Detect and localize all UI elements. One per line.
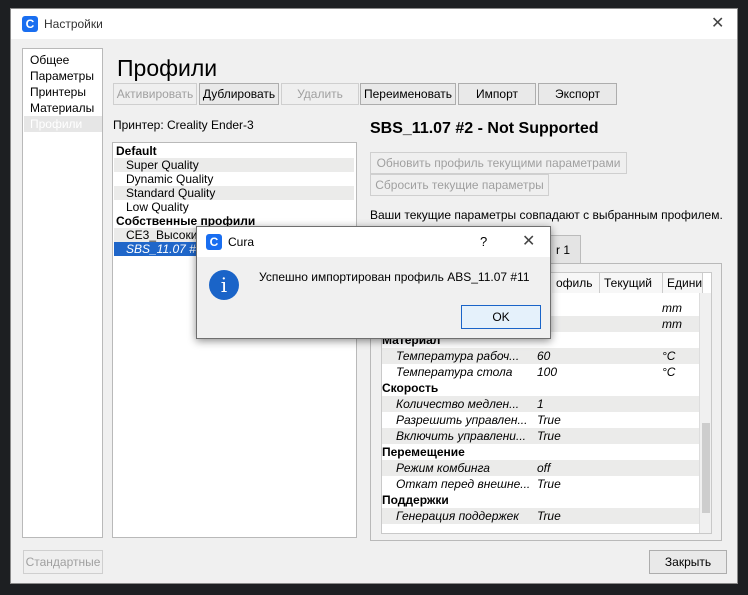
table-group: Скорость (382, 381, 439, 395)
table-row: Откат перед внешне... True (396, 477, 561, 491)
profile-item[interactable]: Super Quality (114, 158, 354, 172)
match-text: Ваши текущие параметры совпадают с выбра… (370, 208, 723, 222)
help-icon[interactable]: ? (480, 234, 487, 249)
column-header-current[interactable]: Текущий (600, 273, 663, 293)
profile-item[interactable]: Dynamic Quality (114, 172, 354, 186)
settings-nav: Общее Параметры Принтеры Материалы Профи… (22, 48, 103, 538)
table-row: Генерация поддержек True (382, 508, 700, 524)
table-group: Поддержки (382, 493, 449, 507)
table-row: Режим комбинга off (382, 460, 700, 476)
profile-item[interactable]: Standard Quality (114, 186, 354, 200)
table-row: Разрешить управлен... True (396, 413, 561, 427)
profile-list: Default Super Quality Dynamic Quality St… (112, 142, 357, 538)
profile-group-default: Default (116, 144, 157, 158)
window-title: Настройки (44, 17, 103, 31)
update-profile-button[interactable]: Обновить профиль текущими параметрами (370, 152, 627, 174)
table-group: Перемещение (382, 445, 465, 459)
table-row: Количество медлен... 1 (382, 396, 700, 412)
export-button[interactable]: Экспорт (538, 83, 617, 105)
dialog-close-icon[interactable]: ✕ (522, 234, 535, 250)
table-row: Температура стола 100 °C (396, 365, 676, 379)
ok-button[interactable]: OK (461, 305, 541, 329)
reset-settings-button[interactable]: Сбросить текущие параметры (370, 174, 549, 196)
dialog-title-bar[interactable]: C Cura ? ✕ (197, 227, 550, 257)
scrollbar-thumb[interactable] (702, 423, 710, 513)
profile-item[interactable]: Low Quality (114, 200, 354, 214)
cura-app-icon: C (22, 16, 38, 32)
nav-item-profiles[interactable]: Профили (24, 116, 102, 132)
cura-app-icon: C (206, 234, 222, 250)
table-row: Температура рабоч... 60 °C (382, 348, 700, 364)
title-bar[interactable]: C Настройки ✕ (11, 9, 737, 39)
column-header-profile[interactable]: офиль (552, 273, 600, 293)
remove-button[interactable]: Удалить (281, 83, 359, 105)
nav-item-general[interactable]: Общее (30, 52, 69, 68)
table-row: Включить управлени... True (382, 428, 700, 444)
dialog-message: Успешно импортирован профиль ABS_11.07 #… (259, 270, 530, 284)
window-close-icon[interactable]: ✕ (711, 16, 724, 32)
printer-label: Принтер: Creality Ender-3 (113, 118, 254, 132)
nav-item-preferences[interactable]: Параметры (30, 68, 94, 84)
activate-button[interactable]: Активировать (113, 83, 197, 105)
nav-item-materials[interactable]: Материалы (30, 100, 94, 116)
dialog-title: Cura (228, 235, 255, 249)
close-button[interactable]: Закрыть (649, 550, 727, 574)
info-icon: i (209, 270, 239, 300)
column-header-unit[interactable]: Единица (663, 273, 703, 293)
import-button[interactable]: Импорт (458, 83, 536, 105)
duplicate-button[interactable]: Дублировать (199, 83, 279, 105)
rename-button[interactable]: Переименовать (360, 83, 456, 105)
import-success-dialog: C Cura ? ✕ i Успешно импортирован профил… (196, 226, 551, 339)
page-title: Профили (117, 55, 218, 81)
nav-item-printers[interactable]: Принтеры (30, 84, 86, 100)
defaults-button[interactable]: Стандартные (23, 550, 103, 574)
profile-title: SBS_11.07 #2 - Not Supported (370, 120, 599, 137)
table-scrollbar[interactable] (699, 293, 711, 533)
